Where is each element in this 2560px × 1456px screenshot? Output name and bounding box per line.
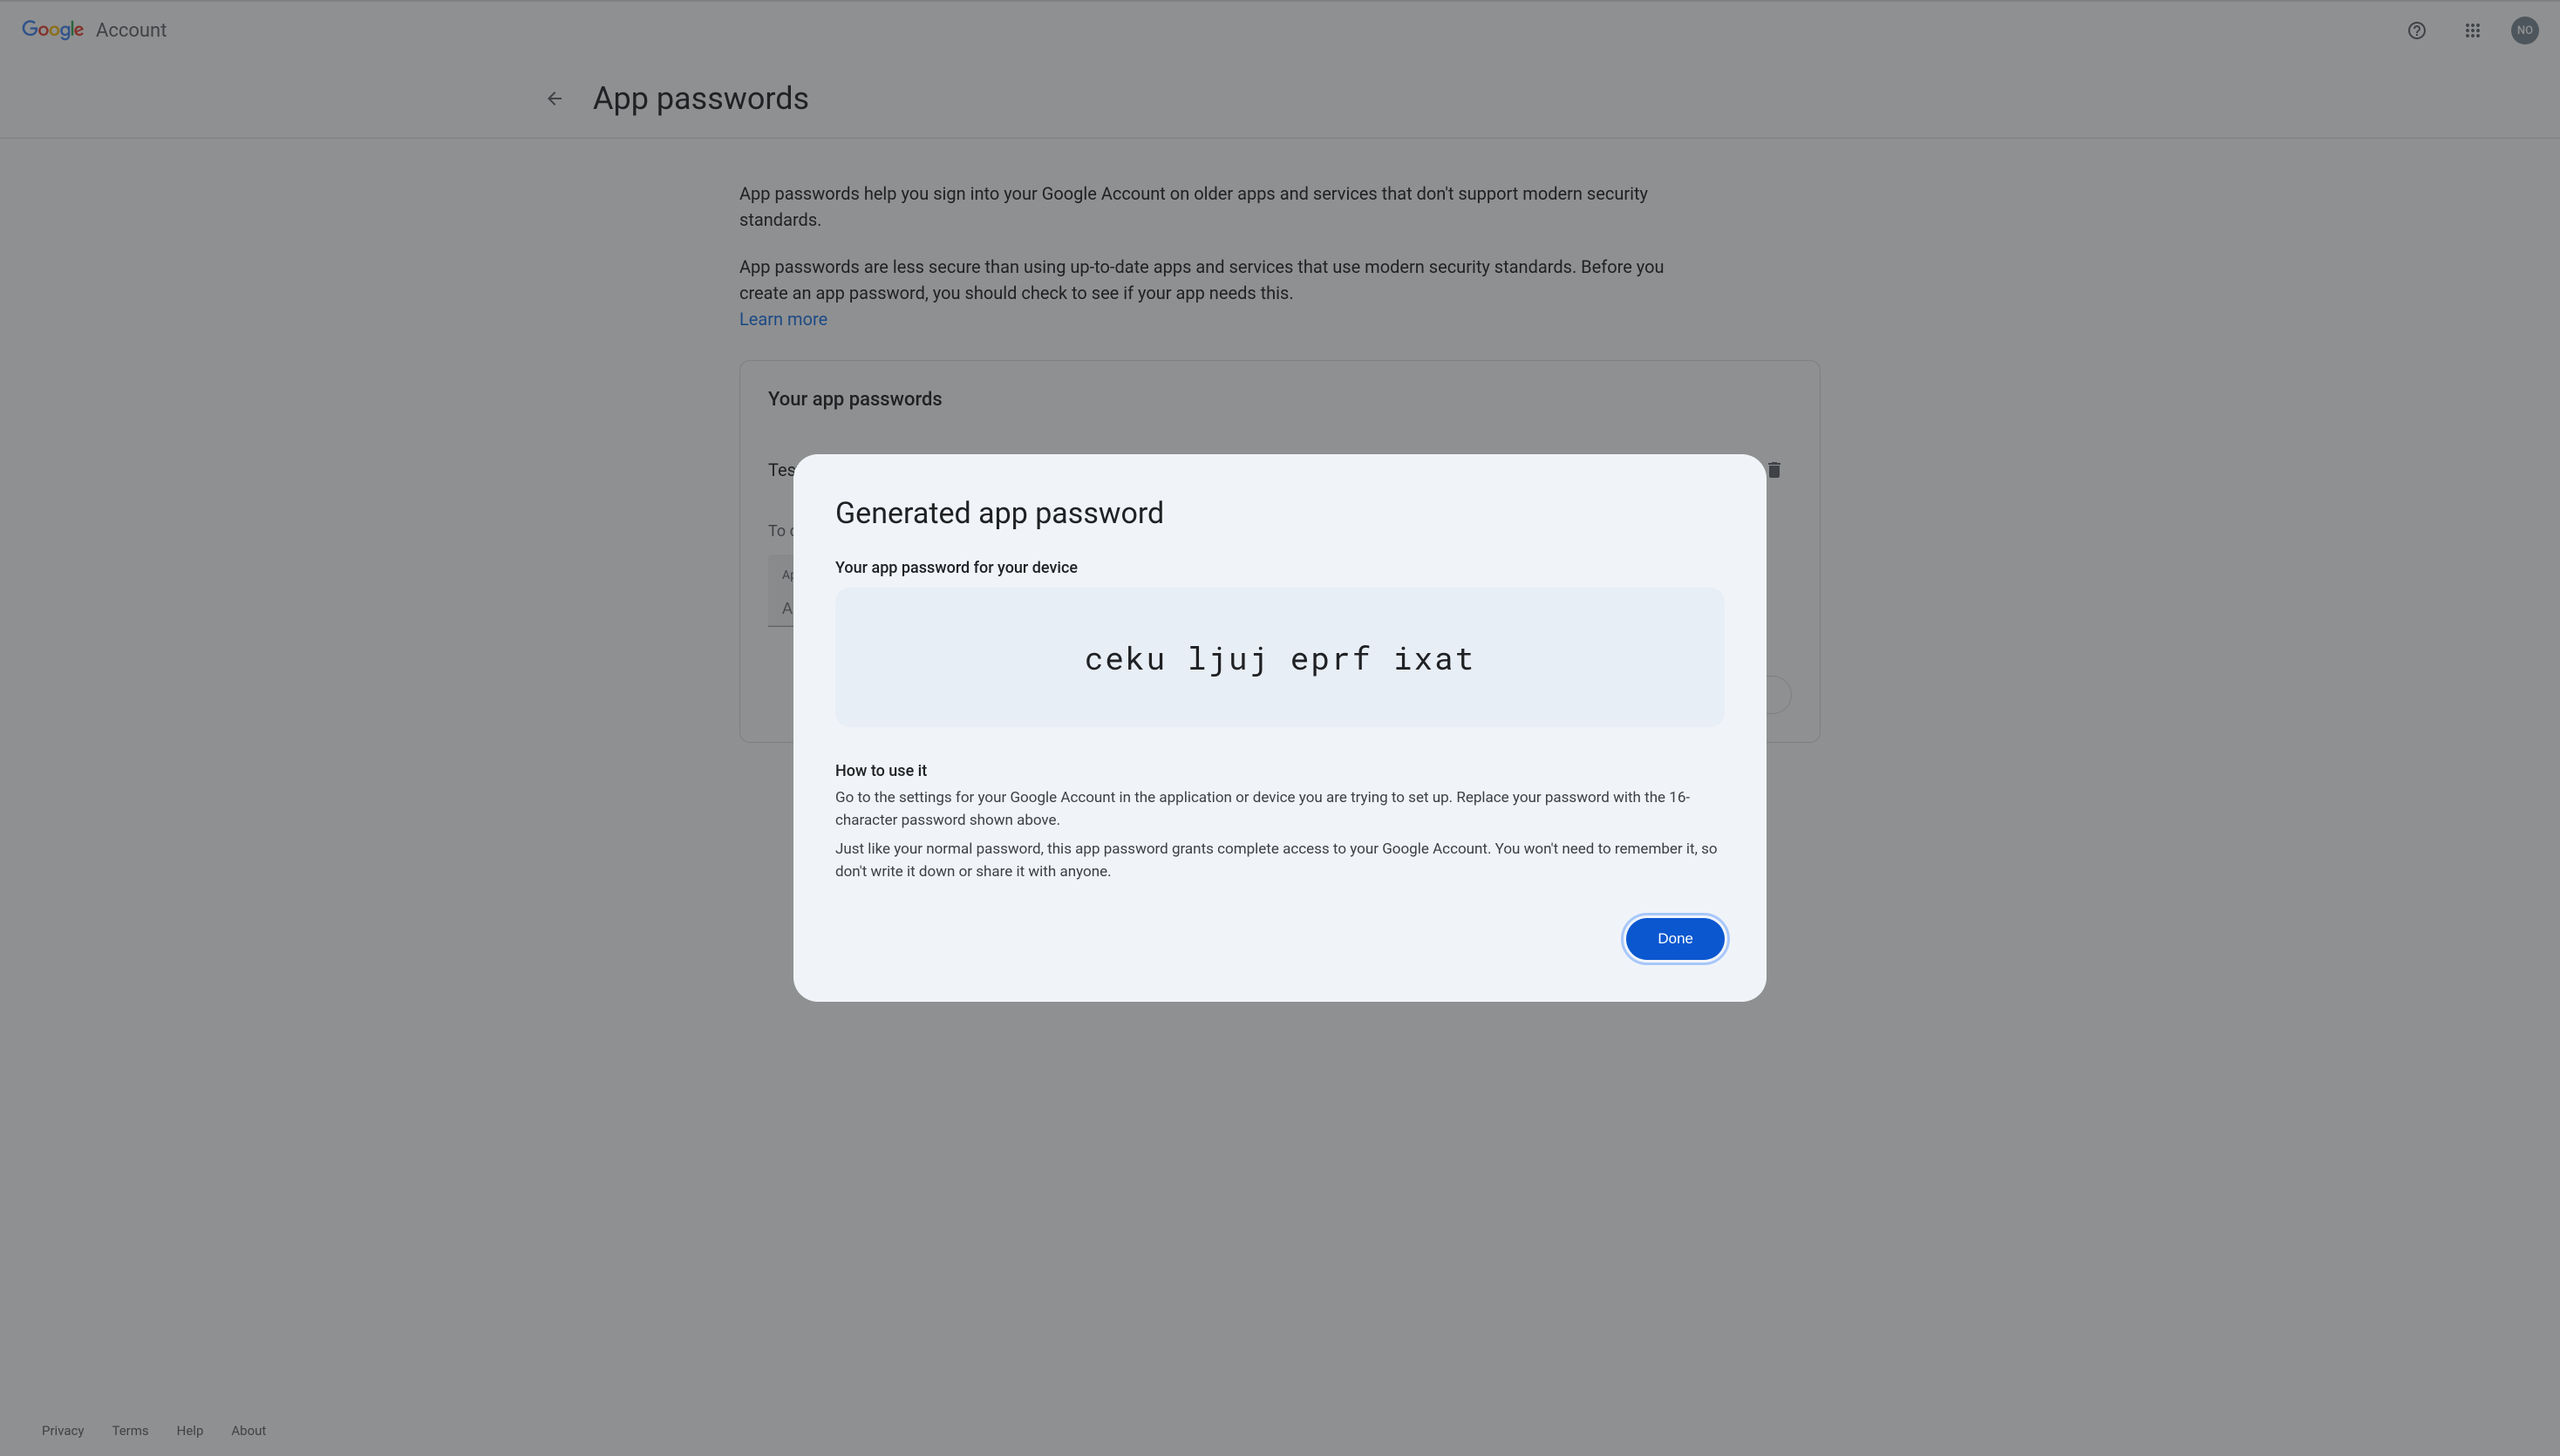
dialog-title: Generated app password: [835, 496, 1725, 531]
done-button[interactable]: Done: [1626, 918, 1725, 960]
dialog-actions: Done: [835, 918, 1725, 960]
howto-paragraph-1: Go to the settings for your Google Accou…: [835, 787, 1725, 832]
generated-password-dialog: Generated app password Your app password…: [793, 454, 1767, 1002]
howto-paragraph-2: Just like your normal password, this app…: [835, 839, 1725, 883]
generated-password: ceku ljuj eprf ixat: [835, 588, 1725, 727]
password-label: Your app password for your device: [835, 559, 1725, 577]
howto-title: How to use it: [835, 762, 1725, 780]
